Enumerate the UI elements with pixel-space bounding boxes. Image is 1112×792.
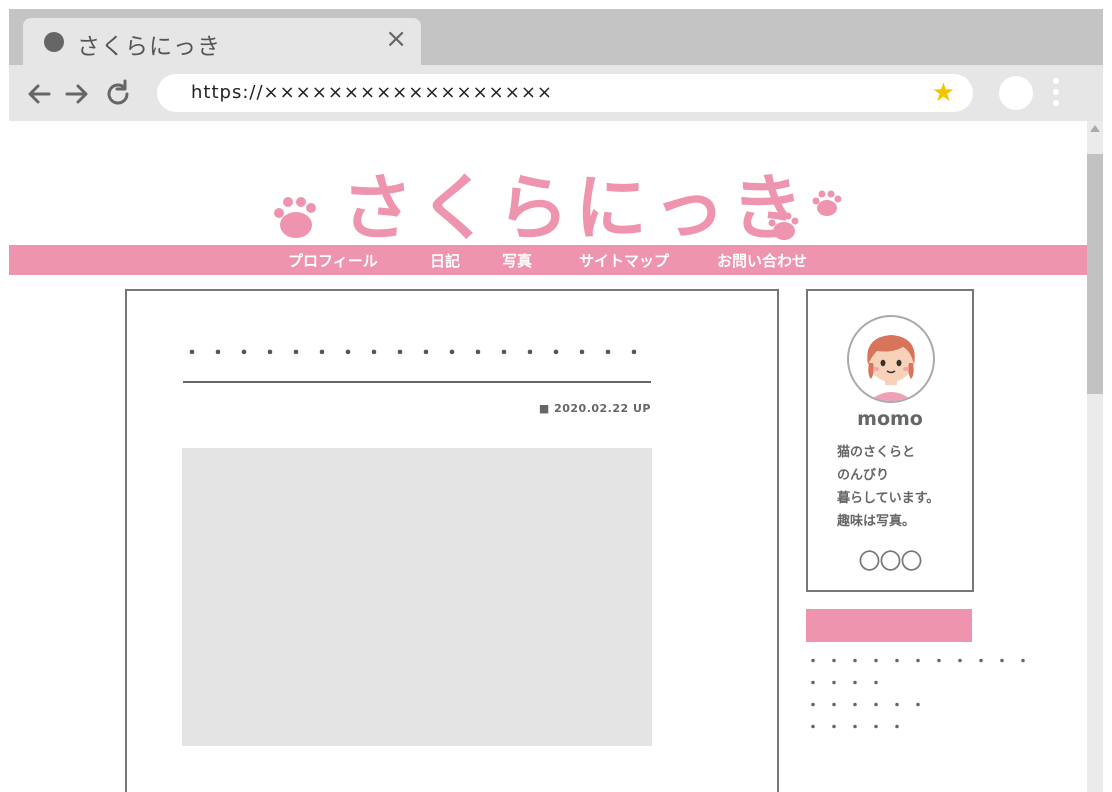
paw-print-right-icon (812, 190, 842, 216)
back-icon[interactable] (23, 77, 57, 111)
article-title: ・・・・・・・・・・・・・・・・・・ (183, 343, 651, 364)
scroll-up-icon[interactable] (1090, 125, 1100, 132)
site-title-text: さくらにっき (341, 166, 809, 250)
sidebar-list-item[interactable]: ・・・・・・ (806, 695, 1037, 717)
bio-line: のんびり (837, 468, 890, 483)
title-divider (183, 381, 651, 383)
favicon-icon (44, 32, 64, 52)
profile-card: momo 猫のさくらと のんびり 暮らしています。 趣味は写真。 〇〇〇 (806, 289, 974, 592)
reload-icon[interactable] (101, 77, 135, 111)
sidebar-list-item[interactable]: ・・・・・・・・・・・ (806, 651, 1037, 673)
bio-line: 暮らしています。 (837, 491, 940, 506)
sidebar-list: ・・・・・・・・・・・ ・・・・ ・・・・・・ ・・・・・ (806, 651, 1037, 739)
site-logo: さくらにっき (249, 141, 849, 251)
browser-tab[interactable]: さくらにっき × (23, 18, 421, 65)
url-text: https://×××××××××××××××××× (191, 82, 553, 103)
article-image (182, 448, 652, 746)
bookmark-star-icon[interactable]: ★ (932, 78, 955, 108)
bio-line: 趣味は写真。 (837, 514, 916, 529)
profile-icon[interactable] (999, 76, 1033, 110)
nav-sitemap[interactable]: サイトマップ (579, 250, 669, 271)
article-panel: ・・・・・・・・・・・・・・・・・・ ■ 2020.02.22 UP (125, 289, 779, 792)
scroll-thumb[interactable] (1087, 154, 1103, 394)
nav-profile[interactable]: プロフィール (288, 250, 378, 271)
avatar (847, 315, 935, 403)
profile-circles: 〇〇〇 (858, 550, 922, 575)
tab-title: さくらにっき (77, 34, 221, 60)
forward-icon[interactable] (59, 77, 93, 111)
nav-diary[interactable]: 日記 (430, 250, 460, 271)
bio-line: 猫のさくらと (837, 445, 916, 460)
menu-kebab-icon[interactable] (1052, 78, 1060, 110)
sidebar-list-item[interactable]: ・・・・・ (806, 717, 1037, 739)
profile-bio: 猫のさくらと のんびり 暮らしています。 趣味は写真。 (837, 441, 939, 533)
page-viewport: さくらにっき プロフィール 日記 写真 サイトマップ お問い合わせ ・・・・・・… (9, 121, 1103, 792)
sidebar-heading-bar (806, 609, 972, 642)
site-nav: プロフィール 日記 写真 サイトマップ お問い合わせ (9, 245, 1087, 275)
sidebar-list-item[interactable]: ・・・・ (806, 673, 1037, 695)
paw-print-left-icon (274, 197, 316, 238)
close-tab-icon[interactable]: × (385, 26, 407, 52)
nav-photos[interactable]: 写真 (502, 250, 532, 271)
browser-toolbar: https://×××××××××××××××××× ★ (9, 65, 1103, 121)
vertical-scrollbar[interactable] (1087, 121, 1103, 792)
nav-contact[interactable]: お問い合わせ (717, 250, 807, 271)
address-bar[interactable]: https://×××××××××××××××××× ★ (157, 74, 973, 112)
profile-name: momo (857, 408, 923, 430)
post-date: ■ 2020.02.22 UP (538, 402, 651, 415)
